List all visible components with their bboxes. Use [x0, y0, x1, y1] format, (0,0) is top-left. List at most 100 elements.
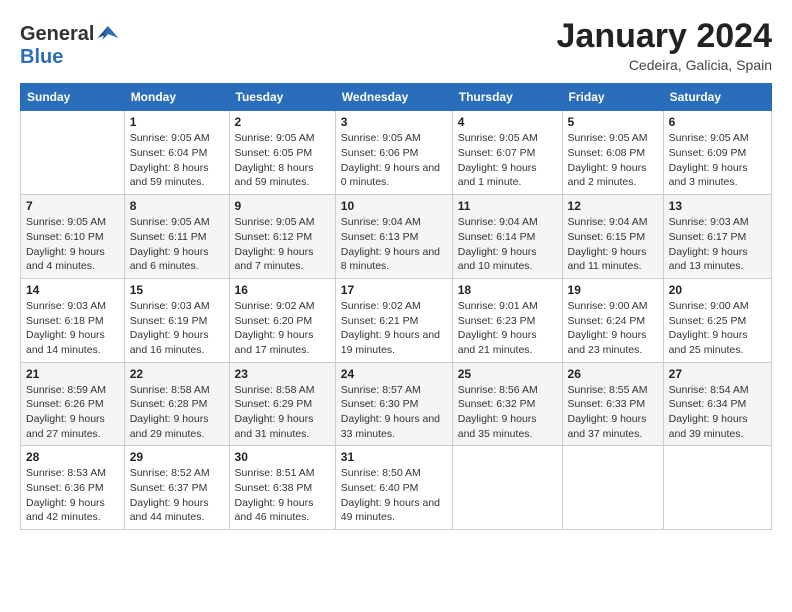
- calendar-cell: [562, 446, 663, 530]
- day-detail: Sunrise: 9:05 AMSunset: 6:08 PMDaylight:…: [568, 131, 658, 190]
- day-number: 12: [568, 199, 658, 213]
- calendar-cell: 19 Sunrise: 9:00 AMSunset: 6:24 PMDayligh…: [562, 278, 663, 362]
- calendar-cell: 14 Sunrise: 9:03 AMSunset: 6:18 PMDayligh…: [21, 278, 125, 362]
- day-detail: Sunrise: 9:02 AMSunset: 6:20 PMDaylight:…: [235, 299, 330, 358]
- logo-bird-icon: [96, 22, 120, 46]
- day-number: 14: [26, 283, 119, 297]
- day-detail: Sunrise: 9:00 AMSunset: 6:24 PMDaylight:…: [568, 299, 658, 358]
- calendar-cell: 26 Sunrise: 8:55 AMSunset: 6:33 PMDayligh…: [562, 362, 663, 446]
- calendar-cell: 7 Sunrise: 9:05 AMSunset: 6:10 PMDaylight…: [21, 195, 125, 279]
- day-detail: Sunrise: 9:05 AMSunset: 6:12 PMDaylight:…: [235, 215, 330, 274]
- calendar-cell: [663, 446, 771, 530]
- day-number: 4: [458, 115, 557, 129]
- week-row-4: 21 Sunrise: 8:59 AMSunset: 6:26 PMDayligh…: [21, 362, 772, 446]
- day-number: 21: [26, 367, 119, 381]
- day-detail: Sunrise: 9:03 AMSunset: 6:19 PMDaylight:…: [130, 299, 224, 358]
- calendar-cell: 4 Sunrise: 9:05 AMSunset: 6:07 PMDaylight…: [452, 111, 562, 195]
- calendar-cell: 16 Sunrise: 9:02 AMSunset: 6:20 PMDayligh…: [229, 278, 335, 362]
- day-detail: Sunrise: 9:05 AMSunset: 6:04 PMDaylight:…: [130, 131, 224, 190]
- calendar-cell: 13 Sunrise: 9:03 AMSunset: 6:17 PMDayligh…: [663, 195, 771, 279]
- column-header-thursday: Thursday: [452, 84, 562, 111]
- subtitle: Cedeira, Galicia, Spain: [557, 57, 773, 73]
- day-number: 30: [235, 450, 330, 464]
- logo-blue-text: Blue: [20, 46, 63, 68]
- day-number: 13: [669, 199, 766, 213]
- calendar-cell: 9 Sunrise: 9:05 AMSunset: 6:12 PMDaylight…: [229, 195, 335, 279]
- day-number: 11: [458, 199, 557, 213]
- calendar-cell: 30 Sunrise: 8:51 AMSunset: 6:38 PMDayligh…: [229, 446, 335, 530]
- logo-general-text: General: [20, 23, 94, 46]
- day-number: 8: [130, 199, 224, 213]
- day-detail: Sunrise: 8:50 AMSunset: 6:40 PMDaylight:…: [341, 466, 447, 525]
- day-number: 18: [458, 283, 557, 297]
- calendar-cell: 8Sunrise: 9:05 AMSunset: 6:11 PMDaylight…: [124, 195, 229, 279]
- week-row-2: 7 Sunrise: 9:05 AMSunset: 6:10 PMDaylight…: [21, 195, 772, 279]
- day-detail: Sunrise: 9:00 AMSunset: 6:25 PMDaylight:…: [669, 299, 766, 358]
- day-detail: Sunrise: 8:54 AMSunset: 6:34 PMDaylight:…: [669, 383, 766, 442]
- day-number: 20: [669, 283, 766, 297]
- day-number: 22: [130, 367, 224, 381]
- calendar-cell: 27 Sunrise: 8:54 AMSunset: 6:34 PMDayligh…: [663, 362, 771, 446]
- calendar-cell: 5Sunrise: 9:05 AMSunset: 6:08 PMDaylight…: [562, 111, 663, 195]
- day-detail: Sunrise: 9:04 AMSunset: 6:14 PMDaylight:…: [458, 215, 557, 274]
- day-number: 17: [341, 283, 447, 297]
- day-number: 16: [235, 283, 330, 297]
- day-detail: Sunrise: 8:53 AMSunset: 6:36 PMDaylight:…: [26, 466, 119, 525]
- day-detail: Sunrise: 9:02 AMSunset: 6:21 PMDaylight:…: [341, 299, 447, 358]
- day-detail: Sunrise: 9:05 AMSunset: 6:05 PMDaylight:…: [235, 131, 330, 190]
- week-row-3: 14 Sunrise: 9:03 AMSunset: 6:18 PMDayligh…: [21, 278, 772, 362]
- day-detail: Sunrise: 9:05 AMSunset: 6:09 PMDaylight:…: [669, 131, 766, 190]
- header: General Blue January 2024 Cedeira, Galic…: [20, 18, 772, 73]
- day-number: 10: [341, 199, 447, 213]
- week-row-5: 28 Sunrise: 8:53 AMSunset: 6:36 PMDayligh…: [21, 446, 772, 530]
- day-detail: Sunrise: 9:05 AMSunset: 6:10 PMDaylight:…: [26, 215, 119, 274]
- calendar-cell: 24Sunrise: 8:57 AMSunset: 6:30 PMDayligh…: [335, 362, 452, 446]
- logo: General Blue: [20, 22, 120, 69]
- page: General Blue January 2024 Cedeira, Galic…: [0, 0, 792, 612]
- title-area: January 2024 Cedeira, Galicia, Spain: [557, 18, 773, 73]
- day-detail: Sunrise: 8:51 AMSunset: 6:38 PMDaylight:…: [235, 466, 330, 525]
- column-header-tuesday: Tuesday: [229, 84, 335, 111]
- column-header-monday: Monday: [124, 84, 229, 111]
- day-number: 9: [235, 199, 330, 213]
- column-header-saturday: Saturday: [663, 84, 771, 111]
- main-title: January 2024: [557, 18, 773, 55]
- day-detail: Sunrise: 9:01 AMSunset: 6:23 PMDaylight:…: [458, 299, 557, 358]
- calendar-cell: 29 Sunrise: 8:52 AMSunset: 6:37 PMDayligh…: [124, 446, 229, 530]
- day-number: 28: [26, 450, 119, 464]
- day-detail: Sunrise: 9:03 AMSunset: 6:17 PMDaylight:…: [669, 215, 766, 274]
- day-number: 3: [341, 115, 447, 129]
- day-number: 26: [568, 367, 658, 381]
- calendar-cell: 2 Sunrise: 9:05 AMSunset: 6:05 PMDaylight…: [229, 111, 335, 195]
- day-detail: Sunrise: 8:52 AMSunset: 6:37 PMDaylight:…: [130, 466, 224, 525]
- calendar-cell: 18 Sunrise: 9:01 AMSunset: 6:23 PMDayligh…: [452, 278, 562, 362]
- day-detail: Sunrise: 8:59 AMSunset: 6:26 PMDaylight:…: [26, 383, 119, 442]
- calendar-cell: [452, 446, 562, 530]
- day-number: 25: [458, 367, 557, 381]
- day-detail: Sunrise: 9:05 AMSunset: 6:06 PMDaylight:…: [341, 131, 447, 190]
- calendar-cell: 25 Sunrise: 8:56 AMSunset: 6:32 PMDayligh…: [452, 362, 562, 446]
- calendar-cell: 17 Sunrise: 9:02 AMSunset: 6:21 PMDayligh…: [335, 278, 452, 362]
- calendar-cell: 20 Sunrise: 9:00 AMSunset: 6:25 PMDayligh…: [663, 278, 771, 362]
- day-number: 7: [26, 199, 119, 213]
- day-detail: Sunrise: 8:55 AMSunset: 6:33 PMDaylight:…: [568, 383, 658, 442]
- day-number: 29: [130, 450, 224, 464]
- day-number: 27: [669, 367, 766, 381]
- day-detail: Sunrise: 9:04 AMSunset: 6:13 PMDaylight:…: [341, 215, 447, 274]
- column-header-sunday: Sunday: [21, 84, 125, 111]
- calendar-cell: [21, 111, 125, 195]
- calendar-cell: 12Sunrise: 9:04 AMSunset: 6:15 PMDayligh…: [562, 195, 663, 279]
- calendar-cell: 3 Sunrise: 9:05 AMSunset: 6:06 PMDaylight…: [335, 111, 452, 195]
- day-number: 2: [235, 115, 330, 129]
- day-detail: Sunrise: 9:05 AMSunset: 6:07 PMDaylight:…: [458, 131, 557, 190]
- day-detail: Sunrise: 8:56 AMSunset: 6:32 PMDaylight:…: [458, 383, 557, 442]
- day-detail: Sunrise: 8:58 AMSunset: 6:29 PMDaylight:…: [235, 383, 330, 442]
- day-number: 6: [669, 115, 766, 129]
- header-row: SundayMondayTuesdayWednesdayThursdayFrid…: [21, 84, 772, 111]
- day-detail: Sunrise: 9:03 AMSunset: 6:18 PMDaylight:…: [26, 299, 119, 358]
- day-detail: Sunrise: 8:57 AMSunset: 6:30 PMDaylight:…: [341, 383, 447, 442]
- day-number: 19: [568, 283, 658, 297]
- day-number: 31: [341, 450, 447, 464]
- day-detail: Sunrise: 8:58 AMSunset: 6:28 PMDaylight:…: [130, 383, 224, 442]
- calendar-cell: 21 Sunrise: 8:59 AMSunset: 6:26 PMDayligh…: [21, 362, 125, 446]
